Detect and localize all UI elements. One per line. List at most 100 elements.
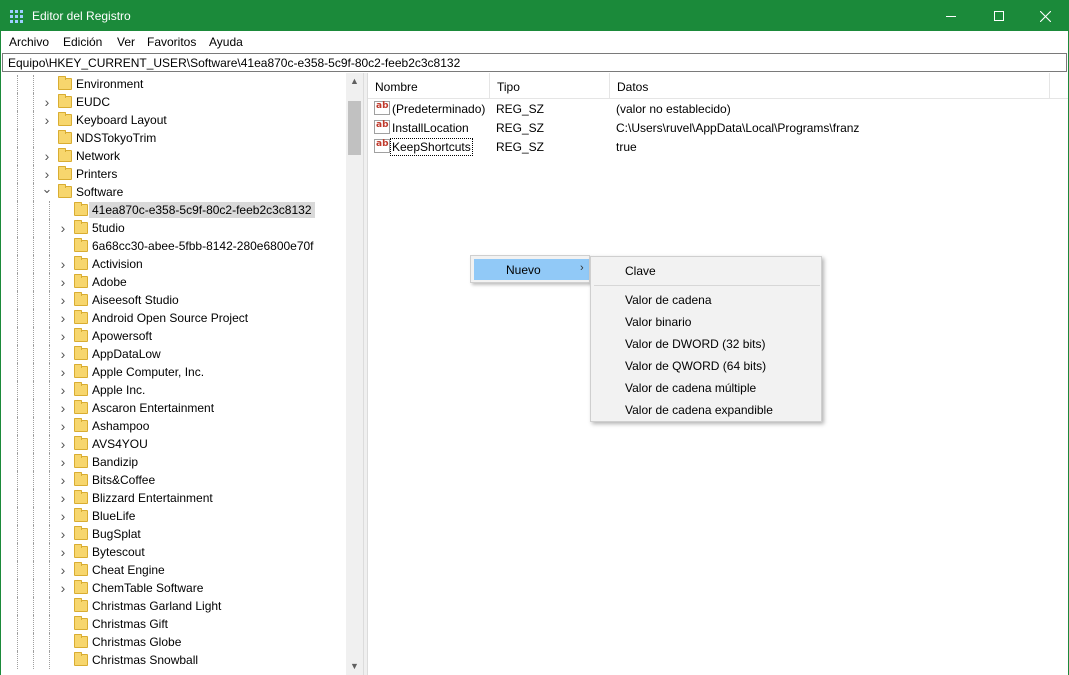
- key-tree[interactable]: Environment › EUDC › Keyboard Layout NDSTokyo…: [1, 73, 363, 675]
- tree-item[interactable]: Christmas Garland Light: [1, 597, 346, 615]
- value-row[interactable]: ab (Predeterminado) REG_SZ (valor no est…: [368, 99, 1068, 118]
- tree-guide-line: [49, 327, 50, 345]
- chevron-right-icon[interactable]: ›: [57, 273, 69, 291]
- tree-item[interactable]: › Blizzard Entertainment: [1, 489, 346, 507]
- address-bar[interactable]: Equipo\HKEY_CURRENT_USER\Software\41ea87…: [2, 53, 1067, 72]
- chevron-right-icon[interactable]: ›: [57, 399, 69, 417]
- chevron-right-icon[interactable]: ›: [57, 525, 69, 543]
- tree-guide-line: [49, 345, 50, 363]
- chevron-right-icon[interactable]: ›: [57, 471, 69, 489]
- tree-item[interactable]: › Bytescout: [1, 543, 346, 561]
- tree-guide-line: [49, 525, 50, 543]
- menu-archivo[interactable]: Archivo: [9, 35, 49, 49]
- tree-item[interactable]: › Network: [1, 147, 346, 165]
- tree-item[interactable]: ⌄ Software: [1, 182, 346, 201]
- tree-item[interactable]: › Activision: [1, 255, 346, 273]
- tree-guide-line: [49, 417, 50, 435]
- menu-item-nuevo[interactable]: Nuevo ›: [474, 259, 589, 280]
- chevron-right-icon[interactable]: ›: [57, 417, 69, 435]
- chevron-right-icon[interactable]: ›: [57, 309, 69, 327]
- tree-item[interactable]: 6a68cc30-abee-5fbb-8142-280e6800e70f: [1, 237, 346, 255]
- tree-guide-line: [17, 183, 18, 201]
- tree-item[interactable]: › BlueLife: [1, 507, 346, 525]
- tree-item[interactable]: › Android Open Source Project: [1, 309, 346, 327]
- chevron-right-icon[interactable]: ›: [57, 489, 69, 507]
- chevron-right-icon[interactable]: ›: [41, 111, 53, 129]
- menu-favoritos[interactable]: Favoritos: [147, 35, 196, 49]
- menu-item-valor-qword[interactable]: Valor de QWORD (64 bits): [594, 354, 820, 376]
- chevron-right-icon[interactable]: ›: [57, 345, 69, 363]
- menu-item-valor-cadena[interactable]: Valor de cadena: [594, 288, 820, 310]
- tree-item[interactable]: › Cheat Engine: [1, 561, 346, 579]
- chevron-right-icon[interactable]: ›: [41, 93, 53, 111]
- tree-item[interactable]: › BugSplat: [1, 525, 346, 543]
- tree-guide-line: [33, 93, 34, 111]
- tree-guide-line: [49, 597, 50, 615]
- tree-item[interactable]: › Printers: [1, 165, 346, 183]
- value-row[interactable]: ab InstallLocation REG_SZ C:\Users\ruvel…: [368, 118, 1068, 137]
- tree-guide-line: [17, 381, 18, 399]
- menu-item-valor-multiple[interactable]: Valor de cadena múltiple: [594, 376, 820, 398]
- tree-item[interactable]: › 5tudio: [1, 219, 346, 237]
- chevron-right-icon[interactable]: ›: [57, 435, 69, 453]
- chevron-right-icon[interactable]: ›: [57, 381, 69, 399]
- menu-item-valor-dword[interactable]: Valor de DWORD (32 bits): [594, 332, 820, 354]
- title-bar[interactable]: Editor del Registro: [1, 1, 1068, 31]
- chevron-right-icon[interactable]: ›: [57, 219, 69, 237]
- scroll-down-icon[interactable]: ▼: [346, 658, 363, 675]
- tree-item[interactable]: › Apple Inc.: [1, 381, 346, 399]
- tree-item[interactable]: › Adobe: [1, 273, 346, 291]
- column-tipo[interactable]: Tipo: [490, 73, 610, 99]
- menu-item-clave[interactable]: Clave: [594, 259, 820, 281]
- tree-guide-line: [49, 633, 50, 651]
- tree-item[interactable]: Christmas Gift: [1, 615, 346, 633]
- tree-item[interactable]: › Bits&Coffee: [1, 471, 346, 489]
- tree-item[interactable]: › Apowersoft: [1, 327, 346, 345]
- menu-ver[interactable]: Ver: [117, 35, 135, 49]
- chevron-right-icon[interactable]: ›: [57, 327, 69, 345]
- chevron-right-icon[interactable]: ›: [57, 507, 69, 525]
- chevron-right-icon[interactable]: ›: [57, 453, 69, 471]
- minimize-button[interactable]: [928, 1, 974, 31]
- chevron-right-icon[interactable]: ›: [57, 579, 69, 597]
- tree-item[interactable]: › ChemTable Software: [1, 579, 346, 597]
- menu-item-valor-expandible[interactable]: Valor de cadena expandible: [594, 398, 820, 420]
- tree-scrollbar[interactable]: ▲ ▼: [346, 73, 363, 675]
- chevron-right-icon[interactable]: ›: [57, 291, 69, 309]
- value-row[interactable]: ab KeepShortcuts REG_SZ true: [368, 137, 1068, 156]
- chevron-down-icon[interactable]: ⌄: [41, 182, 53, 201]
- maximize-button[interactable]: [976, 1, 1022, 31]
- menu-item-valor-binario[interactable]: Valor binario: [594, 310, 820, 332]
- tree-item[interactable]: › EUDC: [1, 93, 346, 111]
- chevron-right-icon[interactable]: ›: [57, 561, 69, 579]
- value-name: (Predeterminado): [392, 102, 486, 116]
- tree-item[interactable]: › Bandizip: [1, 453, 346, 471]
- menu-edicion[interactable]: Edición: [63, 35, 102, 49]
- column-datos[interactable]: Datos: [610, 73, 1050, 99]
- chevron-right-icon[interactable]: ›: [57, 363, 69, 381]
- tree-item[interactable]: Christmas Globe: [1, 633, 346, 651]
- tree-item[interactable]: NDSTokyoTrim: [1, 129, 346, 147]
- tree-item[interactable]: › Keyboard Layout: [1, 111, 346, 129]
- tree-guide-line: [49, 237, 50, 255]
- menu-ayuda[interactable]: Ayuda: [209, 35, 243, 49]
- scroll-up-icon[interactable]: ▲: [346, 73, 363, 90]
- folder-icon: [58, 112, 72, 126]
- tree-item[interactable]: Environment: [1, 75, 346, 93]
- tree-item[interactable]: › AppDataLow: [1, 345, 346, 363]
- tree-item[interactable]: › AVS4YOU: [1, 435, 346, 453]
- tree-guide-line: [33, 75, 34, 93]
- chevron-right-icon[interactable]: ›: [57, 543, 69, 561]
- close-button[interactable]: [1022, 1, 1068, 31]
- scroll-thumb[interactable]: [348, 101, 361, 155]
- tree-item[interactable]: › Aiseesoft Studio: [1, 291, 346, 309]
- chevron-right-icon[interactable]: ›: [57, 255, 69, 273]
- tree-item[interactable]: 41ea870c-e358-5c9f-80c2-feeb2c3c8132: [1, 201, 346, 219]
- tree-item[interactable]: Christmas Snowball: [1, 651, 346, 669]
- tree-guide-line: [49, 651, 50, 669]
- tree-item[interactable]: › Ashampoo: [1, 417, 346, 435]
- tree-item[interactable]: › Ascaron Entertainment: [1, 399, 346, 417]
- tree-item[interactable]: › Apple Computer, Inc.: [1, 363, 346, 381]
- chevron-right-icon[interactable]: ›: [41, 147, 53, 165]
- column-nombre[interactable]: Nombre: [368, 73, 490, 99]
